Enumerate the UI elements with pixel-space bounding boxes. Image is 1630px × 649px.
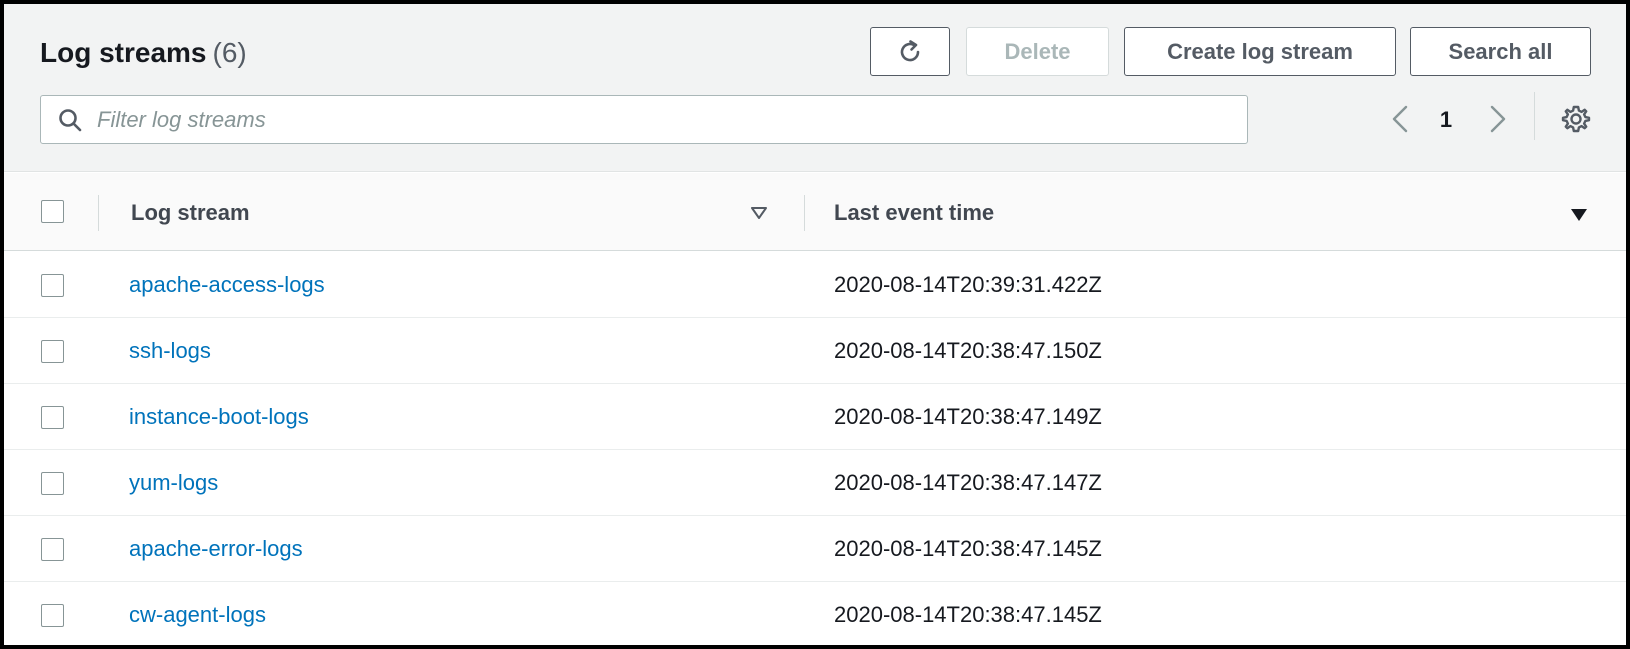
last-event-time: 2020-08-14T20:38:47.150Z [834,338,1102,363]
last-event-time: 2020-08-14T20:38:47.145Z [834,536,1102,561]
log-stream-link[interactable]: cw-agent-logs [129,602,266,628]
select-all-checkbox[interactable] [41,200,64,223]
delete-button[interactable]: Delete [966,27,1109,76]
column-header-last-event-time[interactable]: Last event time [834,200,994,226]
chevron-right-icon [1490,105,1506,133]
column-divider [804,195,805,231]
search-icon [59,109,82,132]
create-log-stream-button[interactable]: Create log stream [1124,27,1396,76]
table-header: Log stream Last event time [4,173,1626,251]
table-row: cw-agent-logs 2020-08-14T20:38:47.145Z [4,582,1626,645]
last-event-time: 2020-08-14T20:38:47.147Z [834,470,1102,495]
sort-descending-hollow-icon[interactable] [749,205,769,221]
last-event-time: 2020-08-14T20:39:31.422Z [834,272,1102,297]
table-row: apache-error-logs 2020-08-14T20:38:47.14… [4,516,1626,582]
column-header-log-stream[interactable]: Log stream [131,200,250,226]
table-row: ssh-logs 2020-08-14T20:38:47.150Z [4,318,1626,384]
page-title: Log streams (6) [40,37,247,69]
row-checkbox[interactable] [41,274,64,297]
log-streams-header: Log streams (6) Delete Create log stream … [4,4,1626,172]
page-number[interactable]: 1 [1434,107,1458,133]
search-all-button[interactable]: Search all [1410,27,1591,76]
column-divider [98,195,99,231]
table-row: instance-boot-logs 2020-08-14T20:38:47.1… [4,384,1626,450]
log-stream-link[interactable]: ssh-logs [129,338,211,364]
filter-box [40,95,1248,144]
filter-log-streams-input[interactable] [97,104,1237,135]
page-title-text: Log streams [40,37,207,68]
next-page-button[interactable] [1483,101,1513,137]
row-checkbox[interactable] [41,472,64,495]
table-row: yum-logs 2020-08-14T20:38:47.147Z [4,450,1626,516]
row-checkbox[interactable] [41,406,64,429]
row-checkbox[interactable] [41,604,64,627]
log-stream-link[interactable]: apache-error-logs [129,536,303,562]
log-stream-count: (6) [212,37,247,68]
log-streams-panel: Log streams (6) Delete Create log stream … [4,4,1626,645]
row-checkbox[interactable] [41,340,64,363]
last-event-time: 2020-08-14T20:38:47.145Z [834,602,1102,627]
log-stream-link[interactable]: apache-access-logs [129,272,325,298]
refresh-icon [900,39,920,61]
chevron-left-icon [1392,105,1408,133]
refresh-button[interactable] [870,27,950,76]
row-checkbox[interactable] [41,538,64,561]
table-row: apache-access-logs 2020-08-14T20:39:31.4… [4,252,1626,318]
gear-icon[interactable] [1560,103,1592,135]
previous-page-button[interactable] [1385,101,1415,137]
sort-descending-filled-icon[interactable] [1569,207,1589,223]
pagination-divider [1534,92,1535,140]
log-stream-link[interactable]: instance-boot-logs [129,404,309,430]
log-stream-link[interactable]: yum-logs [129,470,218,496]
last-event-time: 2020-08-14T20:38:47.149Z [834,404,1102,429]
